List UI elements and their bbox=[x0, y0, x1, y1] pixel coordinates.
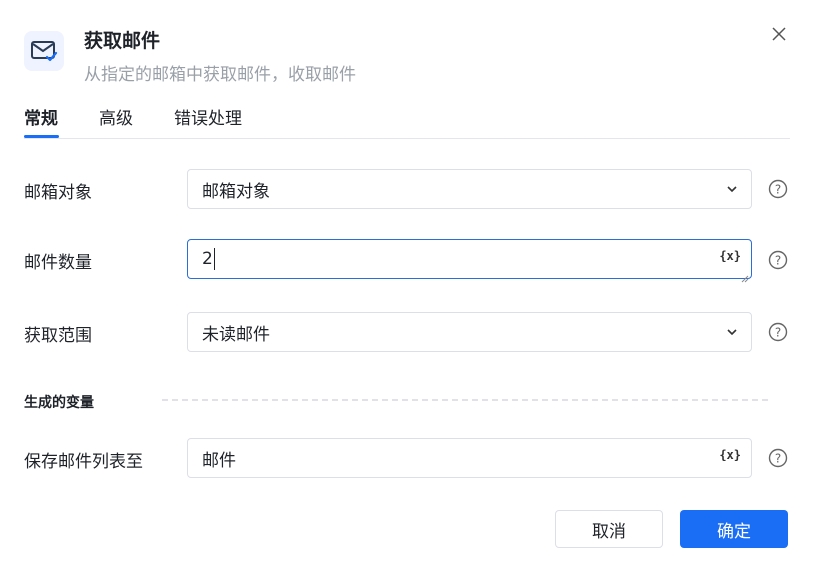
svg-text:?: ? bbox=[775, 452, 781, 466]
chevron-down-icon[interactable] bbox=[725, 182, 739, 196]
cancel-button[interactable]: 取消 bbox=[555, 510, 663, 548]
save-list-label: 保存邮件列表至 bbox=[24, 452, 143, 472]
mailbox-label: 邮箱对象 bbox=[24, 183, 92, 203]
text-cursor bbox=[213, 248, 215, 270]
resize-handle-icon[interactable] bbox=[741, 268, 749, 283]
help-icon[interactable]: ? bbox=[768, 448, 788, 468]
output-section-title: 生成的变量 bbox=[24, 395, 94, 411]
tab-general[interactable]: 常规 bbox=[24, 104, 58, 129]
svg-text:?: ? bbox=[775, 183, 781, 197]
svg-text:?: ? bbox=[775, 254, 781, 268]
fetch-range-select[interactable]: 未读邮件 bbox=[187, 312, 752, 352]
help-icon[interactable]: ? bbox=[768, 179, 788, 199]
dialog-subtitle: 从指定的邮箱中获取邮件，收取邮件 bbox=[84, 65, 356, 85]
dialog-title: 获取邮件 bbox=[84, 30, 161, 52]
help-icon[interactable]: ? bbox=[768, 322, 788, 342]
section-divider bbox=[162, 399, 768, 401]
save-list-input[interactable]: 邮件 {x} bbox=[187, 438, 752, 478]
variable-insert-button[interactable]: {x} bbox=[719, 249, 741, 263]
close-icon[interactable] bbox=[768, 23, 790, 45]
tab-advanced[interactable]: 高级 bbox=[99, 104, 133, 129]
mail-count-input[interactable]: 2 {x} bbox=[187, 239, 752, 283]
save-list-value: 邮件 bbox=[202, 450, 236, 471]
help-icon[interactable]: ? bbox=[768, 250, 788, 270]
mail-check-icon bbox=[24, 31, 64, 71]
variable-insert-button[interactable]: {x} bbox=[719, 448, 741, 462]
mailbox-select-value: 邮箱对象 bbox=[202, 181, 270, 202]
chevron-down-icon[interactable] bbox=[725, 325, 739, 339]
fetch-range-label: 获取范围 bbox=[24, 326, 92, 346]
mailbox-select[interactable]: 邮箱对象 bbox=[187, 169, 752, 209]
tab-error-handling[interactable]: 错误处理 bbox=[174, 104, 242, 129]
mail-count-value: 2 bbox=[202, 249, 213, 269]
mail-count-label: 邮件数量 bbox=[24, 253, 92, 273]
confirm-button[interactable]: 确定 bbox=[680, 510, 788, 548]
fetch-range-select-value: 未读邮件 bbox=[202, 324, 270, 345]
tab-bar: 常规 高级 错误处理 bbox=[24, 104, 790, 139]
svg-text:?: ? bbox=[775, 326, 781, 340]
active-tab-indicator bbox=[24, 135, 59, 138]
